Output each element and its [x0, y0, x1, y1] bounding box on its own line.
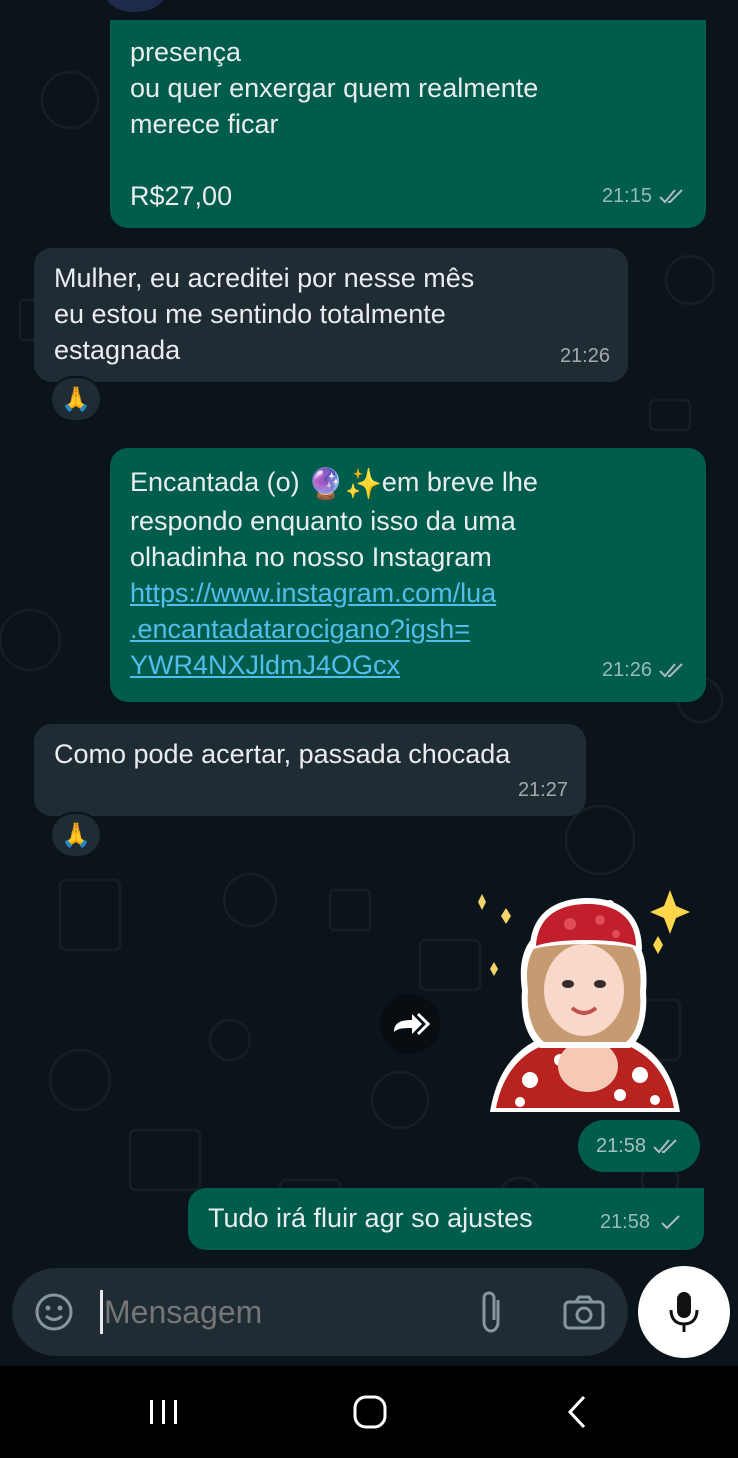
recent-apps-icon[interactable] [146, 1398, 182, 1426]
message-meta: 21:58 [600, 1204, 686, 1240]
message-text: olhadinha no nosso Instagram [130, 542, 492, 572]
double-check-icon [659, 663, 683, 678]
pray-emoji: 🙏 [61, 821, 91, 849]
message-meta: 21:26 [602, 652, 688, 688]
message-time: 21:58 [599, 1211, 650, 1233]
sticker-image[interactable] [470, 880, 700, 1120]
message-time: 21:15 [601, 185, 652, 207]
message-time: 21:27 [517, 779, 568, 801]
message-outgoing[interactable]: presença ou quer enxergar quem realmente… [110, 20, 706, 228]
message-incoming[interactable]: Mulher, eu acreditei por nesse mês eu es… [34, 248, 628, 382]
text-cursor [100, 1290, 103, 1334]
mic-icon [669, 1292, 699, 1332]
message-meta: 21:26 [560, 338, 610, 374]
instagram-link[interactable]: .encantadatarocigano?igsh= [130, 611, 690, 647]
message-outgoing[interactable]: Tudo irá fluir agr so ajustes 21:58 [188, 1188, 704, 1250]
sticker-time-badge: 21:58 [578, 1120, 700, 1172]
message-text: merece ficar [130, 109, 279, 139]
back-icon[interactable] [562, 1394, 592, 1430]
message-meta: 21:27 [518, 772, 568, 808]
double-check-icon [659, 189, 683, 204]
chat-area[interactable]: presença ou quer enxergar quem realmente… [0, 0, 738, 1366]
message-text: Encantada (o) [130, 467, 300, 497]
crystal-ball-emoji: 🔮 [307, 468, 345, 501]
reaction-badge[interactable]: 🙏 [50, 376, 102, 422]
message-composer [12, 1268, 628, 1356]
camera-icon[interactable] [562, 1294, 606, 1330]
reaction-badge[interactable]: 🙏 [50, 812, 102, 858]
attach-icon[interactable] [474, 1290, 508, 1334]
message-text: eu estou me sentindo totalmente [54, 299, 446, 329]
message-text: Mulher, eu acreditei por nesse mês [54, 263, 475, 293]
message-text: Como pode acertar, passada chocada [54, 739, 511, 769]
instagram-link[interactable]: https://www.instagram.com/lua [130, 575, 690, 611]
pray-emoji: 🙏 [61, 385, 91, 413]
message-text: ou quer enxergar quem realmente [130, 73, 539, 103]
message-text: presença [130, 37, 242, 67]
double-check-icon [653, 1139, 677, 1154]
message-text: em breve lhe [381, 467, 538, 497]
system-nav-bar [0, 1366, 738, 1458]
message-time: 21:26 [601, 659, 652, 681]
sparkles-emoji: ✨ [344, 468, 382, 501]
forward-button[interactable] [380, 994, 440, 1054]
message-time: 21:58 [595, 1134, 647, 1157]
mic-button[interactable] [638, 1266, 730, 1358]
single-check-icon [661, 1215, 680, 1230]
message-input[interactable] [104, 1286, 444, 1338]
message-time: 21:26 [559, 345, 610, 367]
message-meta: 21:15 [602, 178, 688, 214]
forward-icon [394, 1012, 430, 1036]
message-text: estagnada [54, 335, 181, 365]
home-icon[interactable] [352, 1394, 388, 1430]
message-price: R$27,00 [130, 181, 233, 211]
message-outgoing[interactable]: Encantada (o) 🔮✨em breve lhe respondo en… [110, 448, 706, 702]
message-text: respondo enquanto isso da uma [130, 506, 516, 536]
emoji-icon[interactable] [34, 1292, 74, 1332]
message-text: Tudo irá fluir agr so ajustes [208, 1203, 533, 1233]
message-incoming[interactable]: Como pode acertar, passada chocada 21:27 [34, 724, 586, 816]
